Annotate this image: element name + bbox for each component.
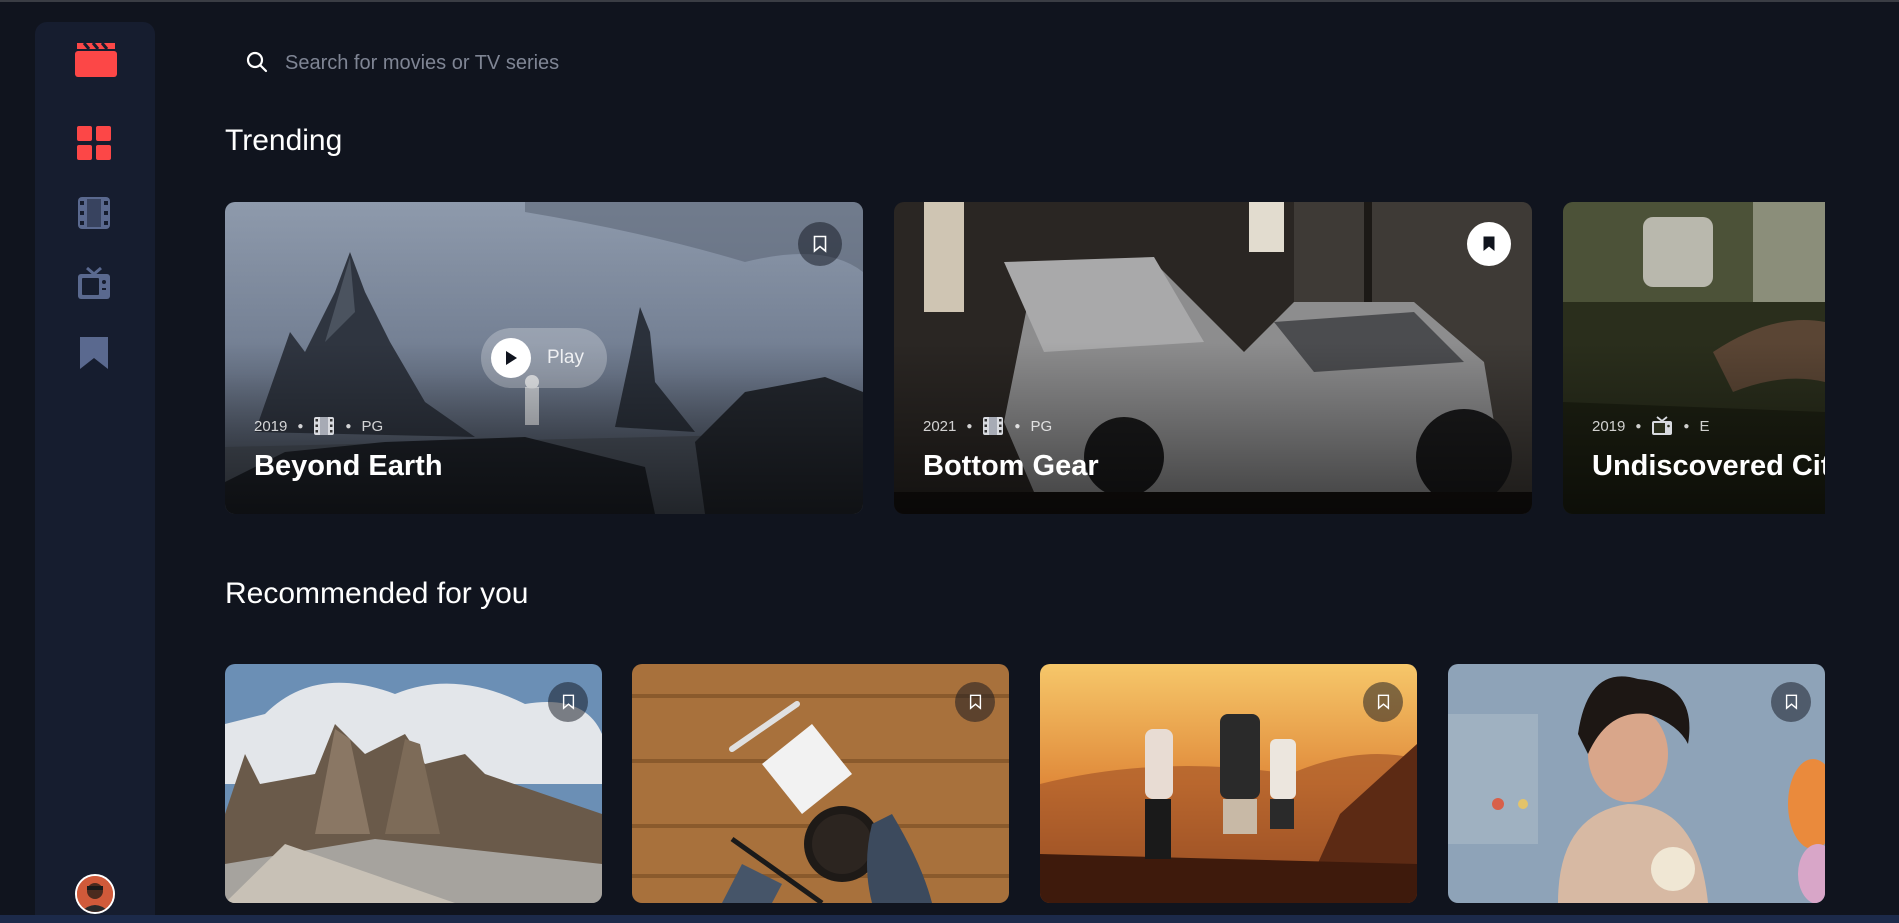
card-rating: E [1699, 417, 1710, 435]
card-thumbnail-image [632, 664, 1009, 903]
bookmark-empty-icon [562, 694, 574, 710]
meta-separator: ● [1683, 420, 1690, 432]
recommended-card[interactable] [632, 664, 1009, 903]
bookmark-empty-icon [969, 694, 981, 710]
card-thumbnail-image [1448, 664, 1825, 903]
bookmark-empty-icon [1785, 694, 1797, 710]
film-icon [314, 417, 335, 435]
meta-separator: ● [345, 420, 352, 432]
recommended-card[interactable] [1448, 664, 1825, 903]
recommended-heading: Recommended for you [225, 577, 529, 610]
card-year: 2019 [1592, 417, 1626, 435]
app-logo-icon[interactable] [75, 41, 117, 77]
card-title: Bottom Gear [923, 450, 1099, 482]
card-year: 2021 [923, 417, 957, 435]
search-icon [246, 51, 268, 73]
recommended-card[interactable] [1040, 664, 1417, 903]
nav-tv-series-tv-icon[interactable] [77, 266, 111, 300]
card-rating: PG [1030, 417, 1053, 435]
bookmark-button[interactable] [1467, 222, 1511, 266]
recommended-card[interactable] [225, 664, 602, 903]
nav-movies-film-icon[interactable] [77, 196, 111, 230]
meta-separator: ● [1635, 420, 1642, 432]
play-icon [491, 338, 531, 378]
search-bar [245, 46, 1045, 80]
film-icon [983, 417, 1004, 435]
card-title: Undiscovered Cities [1592, 450, 1825, 482]
bookmark-button[interactable] [1771, 682, 1811, 722]
os-taskbar [0, 915, 1899, 923]
bookmark-filled-icon [1483, 236, 1495, 251]
bookmark-button[interactable] [548, 682, 588, 722]
meta-separator: ● [1014, 420, 1021, 432]
sidebar [35, 22, 155, 923]
card-thumbnail-image [1040, 664, 1417, 903]
card-thumbnail-image [225, 664, 602, 903]
trending-heading: Trending [225, 124, 343, 157]
meta-separator: ● [297, 420, 304, 432]
card-rating: PG [361, 417, 384, 435]
user-avatar[interactable] [75, 874, 115, 914]
card-meta: 2019 ● ● E [1592, 416, 1709, 436]
nav-bookmarks-bookmark-icon[interactable] [77, 336, 111, 370]
card-meta: 2021 ● ● PG [923, 416, 1052, 436]
avatar-portrait-icon [77, 876, 113, 912]
card-title: Beyond Earth [254, 450, 443, 482]
play-label: Play [547, 347, 584, 368]
tv-icon [1652, 416, 1673, 435]
card-meta: 2019 ● ● PG [254, 416, 383, 436]
nav-home-grid-icon[interactable] [77, 126, 111, 160]
window-top-border [0, 0, 1899, 2]
search-input[interactable] [285, 46, 1025, 80]
bookmark-empty-icon [813, 235, 827, 253]
meta-separator: ● [966, 420, 973, 432]
bookmark-empty-icon [1377, 694, 1389, 710]
bookmark-button[interactable] [798, 222, 842, 266]
bookmark-button[interactable] [955, 682, 995, 722]
trending-card[interactable]: 2019 ● ● E Undiscovered Cities [1563, 202, 1825, 514]
trending-card[interactable]: 2021 ● ● PG Bottom Gear [894, 202, 1532, 514]
bookmark-button[interactable] [1363, 682, 1403, 722]
trending-carousel[interactable]: Play 2019 ● ● PG Beyond Earth 2021 ● ● P… [225, 202, 1825, 514]
play-button[interactable]: Play [481, 328, 607, 388]
card-year: 2019 [254, 417, 288, 435]
trending-card[interactable]: Play 2019 ● ● PG Beyond Earth [225, 202, 863, 514]
